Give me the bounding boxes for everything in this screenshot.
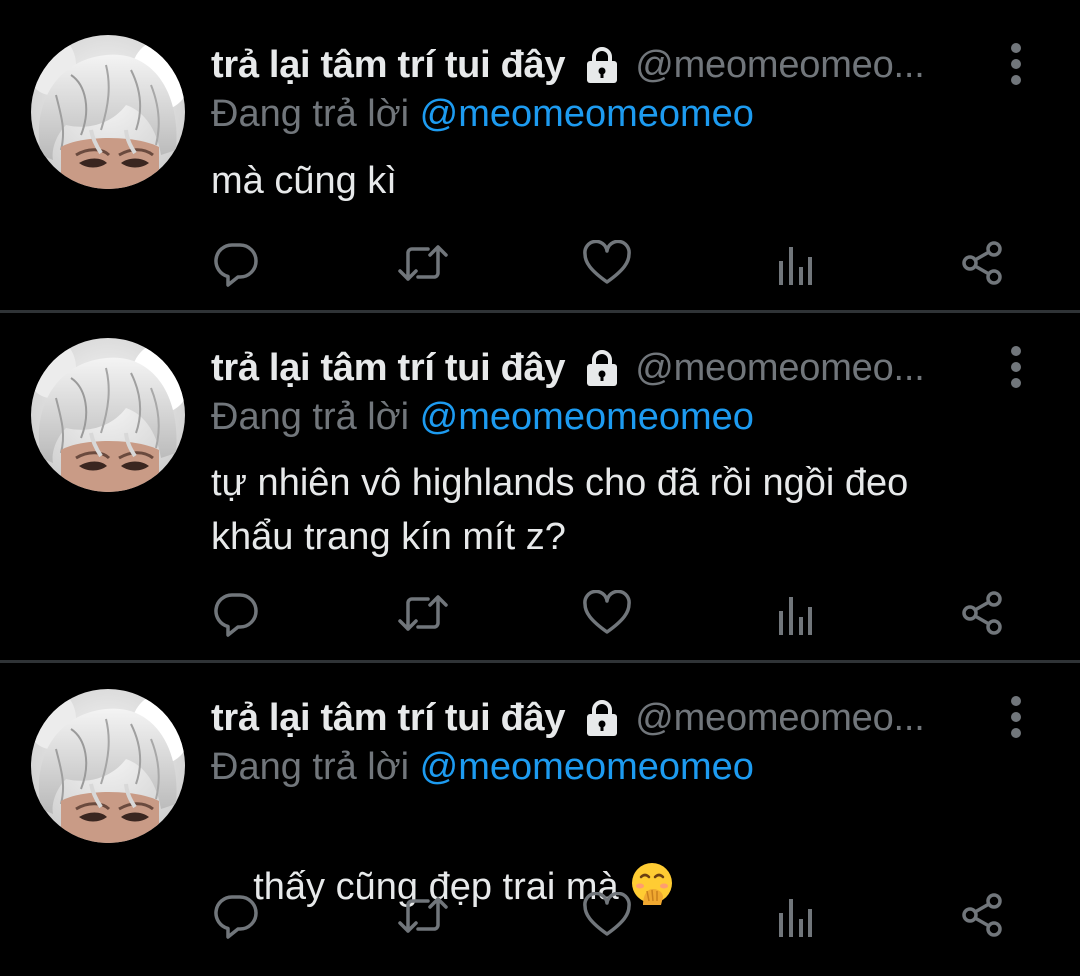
retweet-button[interactable] bbox=[396, 236, 450, 290]
retweet-icon bbox=[398, 245, 448, 281]
reply-mention-link[interactable]: @meomeomeomeo bbox=[420, 396, 754, 438]
reply-icon bbox=[214, 243, 258, 287]
reply-icon bbox=[214, 895, 258, 939]
reply-button[interactable] bbox=[209, 236, 263, 290]
reply-button[interactable] bbox=[209, 586, 263, 640]
reply-context: Đang trả lời @meomeomeomeo bbox=[211, 89, 754, 139]
avatar[interactable] bbox=[31, 338, 185, 492]
tweet-header: trả lại tâm trí tui đây @meomeomeo... bbox=[211, 343, 925, 393]
tweet-header: trả lại tâm trí tui đây @meomeomeo... bbox=[211, 40, 925, 90]
reply-icon bbox=[214, 593, 258, 637]
reply-prefix: Đang trả lời bbox=[211, 746, 410, 788]
share-button[interactable] bbox=[955, 236, 1009, 290]
reply-mention-link[interactable]: @meomeomeomeo bbox=[420, 746, 754, 788]
analytics-icon bbox=[779, 597, 812, 635]
retweet-icon bbox=[398, 595, 448, 631]
tweet-2[interactable]: trả lại tâm trí tui đây @meomeomeo... Đa… bbox=[0, 313, 1080, 661]
retweet-button[interactable] bbox=[396, 586, 450, 640]
reply-button[interactable] bbox=[209, 888, 263, 942]
handle[interactable]: @meomeomeo... bbox=[635, 44, 925, 87]
share-button[interactable] bbox=[955, 586, 1009, 640]
tweet-1[interactable]: trả lại tâm trí tui đây @meomeomeo... Đa… bbox=[0, 0, 1080, 311]
reply-mention-link[interactable]: @meomeomeomeo bbox=[420, 93, 754, 135]
like-button[interactable] bbox=[580, 888, 634, 942]
avatar[interactable] bbox=[31, 35, 185, 189]
retweet-button[interactable] bbox=[396, 888, 450, 942]
display-name[interactable]: trả lại tâm trí tui đây bbox=[211, 347, 566, 390]
lock-icon bbox=[581, 347, 623, 389]
share-icon bbox=[962, 241, 1002, 285]
like-icon bbox=[583, 240, 631, 284]
analytics-icon bbox=[779, 247, 812, 285]
analytics-icon bbox=[779, 899, 812, 937]
reply-prefix: Đang trả lời bbox=[211, 93, 410, 135]
analytics-button[interactable] bbox=[768, 588, 822, 642]
lock-icon bbox=[581, 44, 623, 86]
handle[interactable]: @meomeomeo... bbox=[635, 347, 925, 390]
handle[interactable]: @meomeomeo... bbox=[635, 697, 925, 740]
tweet-3[interactable]: trả lại tâm trí tui đây @meomeomeo... Đa… bbox=[0, 663, 1080, 958]
share-icon bbox=[962, 893, 1002, 937]
like-icon bbox=[583, 590, 631, 634]
analytics-button[interactable] bbox=[768, 238, 822, 292]
reply-context: Đang trả lời @meomeomeomeo bbox=[211, 392, 754, 442]
tweet-text: mà cũng kì bbox=[211, 160, 397, 202]
like-button[interactable] bbox=[580, 236, 634, 290]
share-icon bbox=[962, 591, 1002, 635]
analytics-button[interactable] bbox=[768, 890, 822, 944]
tweet-text: tự nhiên vô highlands cho đã rồi ngồi đe… bbox=[211, 462, 909, 558]
more-icon[interactable] bbox=[1003, 345, 1029, 389]
reply-prefix: Đang trả lời bbox=[211, 396, 410, 438]
like-button[interactable] bbox=[580, 586, 634, 640]
more-icon[interactable] bbox=[1003, 42, 1029, 86]
reply-context: Đang trả lời @meomeomeomeo bbox=[211, 742, 754, 792]
share-button[interactable] bbox=[955, 888, 1009, 942]
display-name[interactable]: trả lại tâm trí tui đây bbox=[211, 44, 566, 87]
face-with-hand-over-mouth-emoji bbox=[629, 861, 675, 922]
avatar[interactable] bbox=[31, 689, 185, 843]
more-icon[interactable] bbox=[1003, 695, 1029, 739]
lock-icon bbox=[581, 697, 623, 739]
like-icon bbox=[583, 892, 631, 936]
tweet-header: trả lại tâm trí tui đây @meomeomeo... bbox=[211, 693, 925, 743]
retweet-icon bbox=[398, 897, 448, 933]
display-name[interactable]: trả lại tâm trí tui đây bbox=[211, 697, 566, 740]
